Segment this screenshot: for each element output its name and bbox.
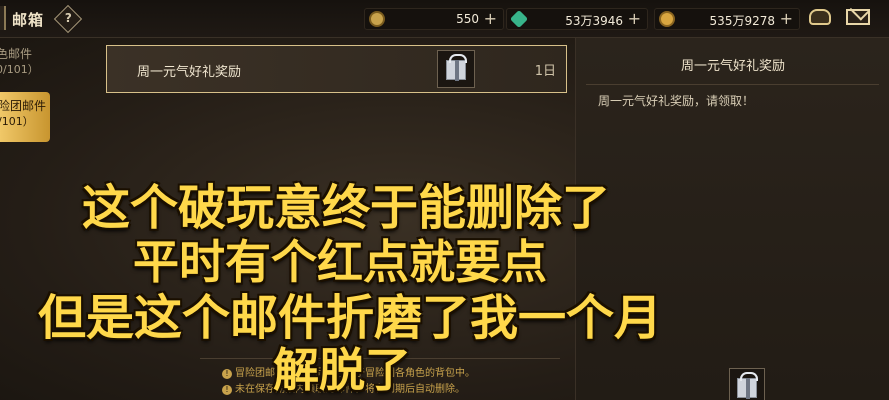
currency-gold: 550 + <box>364 8 504 30</box>
green-gem-icon <box>509 9 529 29</box>
sidebar-item-character-mail[interactable]: 色邮件 0/101） <box>0 46 60 90</box>
mail-days-left: 1日 <box>534 64 556 79</box>
currency-gold-plus-button[interactable]: + <box>484 9 497 28</box>
detail-title: 周一元气好礼奖励 <box>680 59 785 74</box>
currency-token-plus-button[interactable]: + <box>780 9 793 28</box>
gift-box-icon <box>737 372 758 399</box>
currency-token: 535万9278 + <box>654 8 800 30</box>
back-button[interactable] <box>0 6 6 30</box>
currency-gem: 53万3946 + <box>506 8 648 30</box>
sidebar-item-count: /101） <box>0 115 34 128</box>
mail-icon[interactable] <box>846 9 870 25</box>
sidebar-item-label: 险团邮件 <box>0 99 47 113</box>
mail-subject: 周一元气好礼奖励 <box>137 65 242 80</box>
page-title: 邮箱 <box>12 11 45 29</box>
mail-list-item[interactable]: 周一元气好礼奖励 1日 <box>106 45 567 93</box>
sidebar-item-adventure-mail[interactable]: 险团邮件 /101） <box>0 92 50 142</box>
mail-attachment-thumbnail <box>437 50 475 88</box>
attachment-slot[interactable] <box>729 368 765 400</box>
help-icon[interactable]: ? <box>53 4 83 34</box>
sidebar-item-label: 色邮件 <box>0 47 33 61</box>
currency-gem-plus-button[interactable]: + <box>628 9 641 28</box>
sidebar-item-count: 0/101） <box>0 63 39 76</box>
divider <box>586 84 879 85</box>
top-bar: 邮箱 ? 550 + 53万3946 + 535万9278 + <box>0 0 889 38</box>
detail-body: 周一元气好礼奖励，请领取！ <box>598 94 755 108</box>
gold-coin-icon <box>369 11 385 27</box>
bag-icon[interactable] <box>809 9 831 25</box>
help-symbol: ? <box>64 11 72 26</box>
currency-gold-value: 550 <box>456 12 479 26</box>
currency-gem-value: 53万3946 <box>565 14 623 28</box>
gift-box-icon <box>446 54 467 81</box>
caption-line: 解脱了 <box>273 343 411 397</box>
gold-token-icon <box>659 11 675 27</box>
currency-token-value: 535万9278 <box>709 14 775 28</box>
